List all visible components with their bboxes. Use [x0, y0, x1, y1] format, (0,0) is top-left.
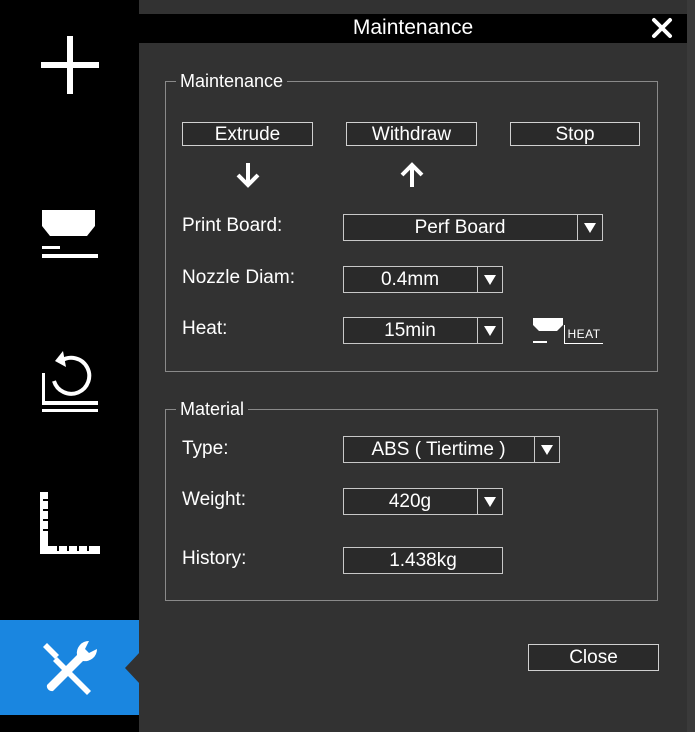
heat-select[interactable]: 15min [343, 317, 503, 344]
reset-platform-icon [41, 350, 98, 412]
close-button[interactable]: Close [528, 644, 659, 671]
withdraw-button[interactable]: Withdraw [346, 122, 477, 146]
title-bar: Maintenance [139, 14, 687, 43]
dropdown-arrow-icon [534, 437, 559, 462]
dropdown-arrow-icon [477, 489, 502, 514]
arrow-up-icon [400, 162, 424, 187]
dropdown-arrow-icon [577, 215, 602, 240]
material-group: Material Type: ABS ( Tiertime ) Weight: … [165, 398, 658, 601]
ruler-corner-icon [39, 491, 100, 554]
sidebar-item-add[interactable] [0, 17, 139, 112]
nozzle-diam-label: Nozzle Diam: [182, 267, 295, 288]
extrude-button[interactable]: Extrude [182, 122, 313, 146]
maintenance-legend: Maintenance [176, 70, 288, 92]
close-icon[interactable] [651, 17, 673, 39]
heat-nozzle-icon [533, 318, 563, 343]
weight-label: Weight: [182, 489, 247, 510]
active-indicator [125, 652, 140, 684]
maintenance-group: Maintenance Extrude Withdraw Stop Print … [165, 70, 658, 372]
nozzle-platform-icon [41, 209, 98, 258]
sidebar-item-measure[interactable] [0, 475, 139, 570]
sidebar [0, 0, 140, 732]
weight-select[interactable]: 420g [343, 488, 503, 515]
arrow-down-icon [236, 163, 260, 188]
material-type-value: ABS ( Tiertime ) [371, 439, 506, 460]
sidebar-item-print[interactable] [0, 180, 139, 275]
weight-value: 420g [388, 491, 432, 512]
heat-value: 15min [384, 320, 436, 341]
sidebar-item-calibrate[interactable] [0, 330, 139, 425]
type-label: Type: [182, 438, 229, 459]
sidebar-item-maintenance[interactable] [0, 620, 139, 715]
nozzle-diam-value: 0.4mm [380, 269, 440, 290]
heat-icon-text: HEAT [564, 325, 603, 344]
heat-label: Heat: [182, 318, 228, 339]
print-board-value: Perf Board [414, 217, 506, 238]
history-value: 1.438kg [343, 547, 503, 574]
material-type-select[interactable]: ABS ( Tiertime ) [343, 436, 560, 463]
print-board-select[interactable]: Perf Board [343, 214, 603, 241]
material-legend: Material [176, 398, 249, 420]
window-border [687, 0, 695, 732]
dropdown-arrow-icon [477, 267, 502, 292]
nozzle-diam-select[interactable]: 0.4mm [343, 266, 503, 293]
history-label: History: [182, 548, 247, 569]
heat-button[interactable]: HEAT [532, 317, 608, 347]
dropdown-arrow-icon [477, 318, 502, 343]
wrench-screwdriver-icon [42, 640, 97, 695]
stop-button[interactable]: Stop [510, 122, 640, 146]
window-title: Maintenance [352, 16, 474, 39]
plus-icon [40, 35, 99, 94]
print-board-label: Print Board: [182, 215, 283, 236]
